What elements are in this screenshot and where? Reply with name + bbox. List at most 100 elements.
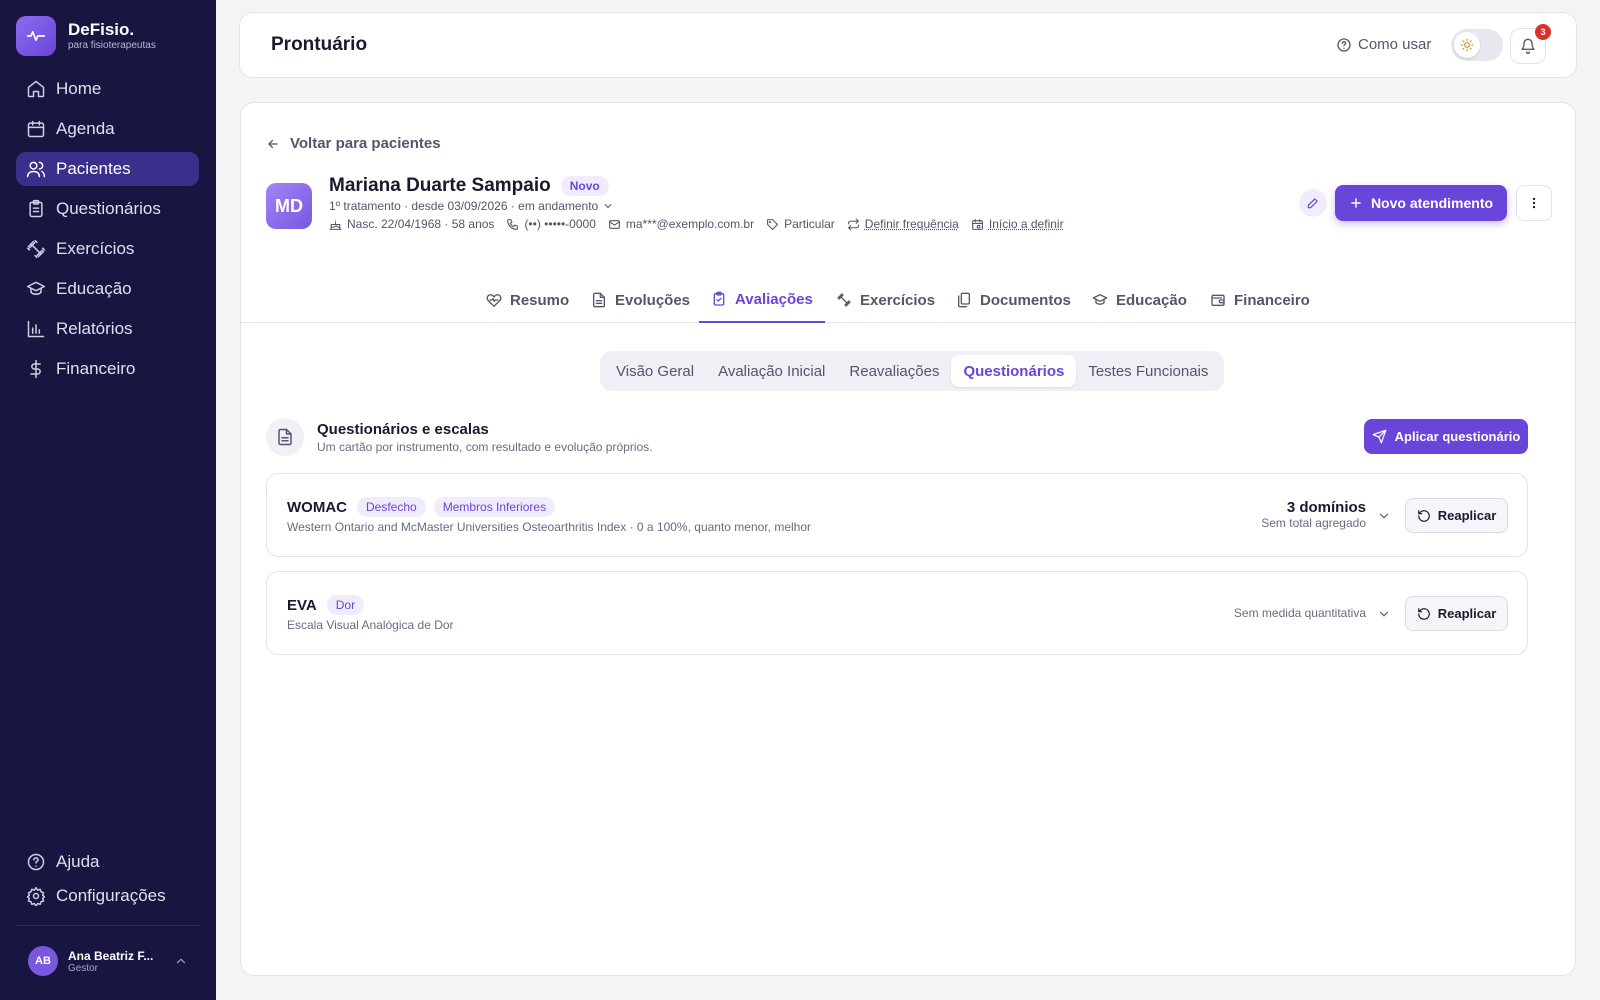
bell-icon — [1521, 38, 1535, 54]
subtab-reavaliacoes[interactable]: Reavaliações — [837, 355, 951, 387]
chevron-up-icon — [176, 958, 186, 964]
theme-toggle[interactable] — [1451, 29, 1503, 61]
section-title: Questionários e escalas — [317, 421, 489, 438]
brand[interactable]: DeFisio. para fisioterapeutas — [16, 16, 156, 56]
user-name: Ana Beatriz F... — [68, 948, 154, 963]
frequency-label: Definir frequência — [864, 217, 959, 231]
chevron-down-icon — [604, 204, 612, 209]
new-visit-button[interactable]: Novo atendimento — [1335, 185, 1507, 221]
document-icon — [266, 418, 304, 456]
sidebar-item-label: Exercícios — [56, 239, 135, 258]
subtab-questionarios[interactable]: Questionários — [951, 355, 1077, 387]
questionnaire-description: Western Ontario and McMaster Universitie… — [287, 520, 812, 534]
help-icon — [1337, 37, 1351, 52]
birth-info: Nasc. 22/04/1968 · 58 anos — [329, 217, 494, 231]
birth-label: Nasc. 22/04/1968 · 58 anos — [347, 217, 495, 231]
subtab-avaliacao-inicial[interactable]: Avaliação Inicial — [706, 355, 837, 387]
sidebar-item-label: Configurações — [56, 886, 166, 905]
sidebar-item-label: Pacientes — [56, 159, 131, 178]
brand-tagline: para fisioterapeutas — [68, 40, 156, 51]
tab-resumo[interactable]: Resumo — [474, 277, 581, 323]
reapply-button[interactable]: Reaplicar — [1405, 596, 1508, 631]
graduation-cap-icon — [1092, 294, 1108, 305]
user-role: Gestor — [68, 962, 99, 974]
help-link[interactable]: Como usar — [1336, 36, 1431, 53]
tab-educacao[interactable]: Educação — [1080, 277, 1199, 323]
back-link[interactable]: Voltar para pacientes — [266, 135, 441, 152]
sidebar-item-ajuda[interactable]: Ajuda — [16, 845, 199, 879]
section-subtitle: Um cartão por instrumento, com resultado… — [317, 440, 653, 454]
back-label: Voltar para pacientes — [290, 135, 441, 152]
sidebar-item-relatorios[interactable]: Relatórios — [16, 312, 199, 346]
sidebar-item-financeiro[interactable]: Financeiro — [16, 352, 199, 386]
sun-icon — [1454, 32, 1480, 58]
sidebar-divider — [16, 925, 199, 926]
mail-icon — [608, 219, 620, 229]
sidebar-item-educacao[interactable]: Educação — [16, 272, 199, 306]
reapply-button[interactable]: Reaplicar — [1405, 498, 1508, 533]
rotate-ccw-icon — [1417, 607, 1430, 620]
plan-label: Particular — [784, 217, 835, 231]
top-header: Prontuário Como usar 3 — [239, 12, 1577, 78]
tab-avaliacoes[interactable]: Avaliações — [699, 277, 825, 323]
home-icon — [27, 80, 45, 98]
rotate-ccw-icon — [1417, 509, 1430, 522]
files-icon — [958, 292, 970, 308]
subtab-visao-geral[interactable]: Visão Geral — [604, 355, 706, 387]
subtab-testes-funcionais[interactable]: Testes Funcionais — [1076, 355, 1220, 387]
sidebar-item-agenda[interactable]: Agenda — [16, 112, 199, 146]
tab-exercicios[interactable]: Exercícios — [824, 277, 947, 323]
file-text-icon — [593, 292, 605, 308]
reapply-label: Reaplicar — [1437, 508, 1497, 523]
tab-label: Financeiro — [1234, 291, 1310, 309]
tab-documentos[interactable]: Documentos — [944, 277, 1083, 323]
email-info: ma***@exemplo.com.br — [608, 217, 754, 231]
status-badge: Novo — [560, 176, 609, 196]
more-options-button[interactable] — [1516, 185, 1552, 221]
frequency-link[interactable]: Definir frequência — [847, 217, 959, 231]
sidebar-item-questionarios[interactable]: Questionários — [16, 192, 199, 226]
sidebar-item-exercicios[interactable]: Exercícios — [16, 232, 199, 266]
sidebar-item-home[interactable]: Home — [16, 72, 199, 106]
apply-questionnaire-button[interactable]: Aplicar questionário — [1364, 419, 1528, 454]
send-icon — [1372, 429, 1387, 444]
tab-financeiro[interactable]: Financeiro — [1198, 277, 1322, 323]
apply-questionnaire-label: Aplicar questionário — [1394, 429, 1521, 444]
graduation-cap-icon — [26, 281, 46, 295]
cake-icon — [329, 219, 342, 230]
sidebar-item-pacientes[interactable]: Pacientes — [16, 152, 199, 186]
phone-label: (••) •••••-0000 — [524, 217, 596, 231]
chevron-down-icon[interactable] — [1377, 509, 1391, 523]
help-label: Como usar — [1358, 36, 1432, 53]
questionnaire-header: WOMAC Desfecho Membros Inferiores — [287, 497, 556, 517]
pencil-icon — [1307, 198, 1318, 209]
arrow-left-icon — [268, 139, 278, 148]
sidebar-item-label: Ajuda — [56, 852, 100, 871]
calendar-icon — [27, 120, 45, 138]
record-tabs: Resumo Evoluções Avaliações Exercícios D… — [241, 271, 1575, 323]
plus-icon — [1351, 198, 1361, 208]
patient-name: Mariana Duarte Sampaio — [329, 175, 551, 196]
questionnaire-description: Escala Visual Analógica de Dor — [287, 618, 454, 632]
tab-evolucoes[interactable]: Evoluções — [579, 277, 702, 323]
notification-badge: 3 — [1535, 24, 1551, 40]
notifications-button[interactable]: 3 — [1510, 24, 1551, 64]
edit-patient-button[interactable] — [1299, 189, 1327, 217]
page-title: Prontuário — [271, 34, 368, 55]
sidebar-item-label: Home — [56, 79, 102, 98]
questionnaire-name: WOMAC — [287, 498, 347, 516]
questionnaire-card[interactable]: EVA Dor Escala Visual Analógica de Dor S… — [266, 571, 1528, 655]
chevron-down-icon[interactable] — [1377, 607, 1391, 621]
sidebar-item-label: Financeiro — [56, 359, 136, 378]
start-date-link[interactable]: Início a definir — [971, 217, 1064, 231]
treatment-status[interactable]: 1º tratamento · desde 03/09/2026 · em an… — [329, 199, 614, 213]
tab-label: Avaliações — [735, 290, 813, 308]
phone-info: (••) •••••-0000 — [506, 217, 596, 231]
clipboard-icon — [29, 199, 43, 218]
questionnaire-result-value: 3 domínios — [1286, 499, 1366, 516]
sidebar-item-configuracoes[interactable]: Configurações — [16, 879, 199, 913]
user-menu[interactable]: AB Ana Beatriz F... Gestor — [28, 946, 188, 976]
patient-avatar: MD — [266, 183, 312, 229]
questionnaire-card[interactable]: WOMAC Desfecho Membros Inferiores Wester… — [266, 473, 1528, 557]
questionnaire-result-sub: Sem total agregado — [1261, 516, 1366, 530]
